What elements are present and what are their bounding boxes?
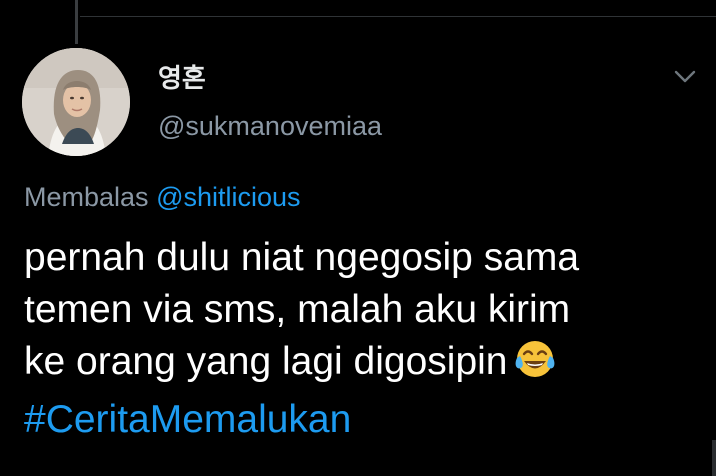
reply-context: Membalas @shitlicious xyxy=(24,182,301,213)
more-options-button[interactable] xyxy=(670,62,700,92)
tweet-text: pernah dulu niat ngegosip sama temen via… xyxy=(24,232,704,446)
reply-prefix: Membalas xyxy=(24,182,149,212)
tears-of-joy-emoji-icon xyxy=(514,338,556,394)
hashtag-link[interactable]: #CeritaMemalukan xyxy=(24,394,704,446)
tweet-text-line: pernah dulu niat ngegosip sama xyxy=(24,236,580,279)
tweet-text-line: temen via sms, malah aku kirim xyxy=(24,288,571,331)
avatar[interactable] xyxy=(22,48,130,156)
thread-connector-line xyxy=(75,0,78,44)
scrollbar-thumb[interactable] xyxy=(712,440,716,476)
tweet-text-line-with-emoji: ke orang yang lagi digosipin xyxy=(24,336,704,394)
chevron-down-icon xyxy=(674,70,696,83)
divider xyxy=(80,16,716,17)
avatar-image xyxy=(22,48,130,156)
user-handle[interactable]: @sukmanovemiaa xyxy=(158,111,382,142)
tweet-text-line: ke orang yang lagi digosipin xyxy=(24,340,508,383)
reply-mention-link[interactable]: @shitlicious xyxy=(156,182,300,212)
display-name[interactable]: 영혼 xyxy=(158,58,206,95)
